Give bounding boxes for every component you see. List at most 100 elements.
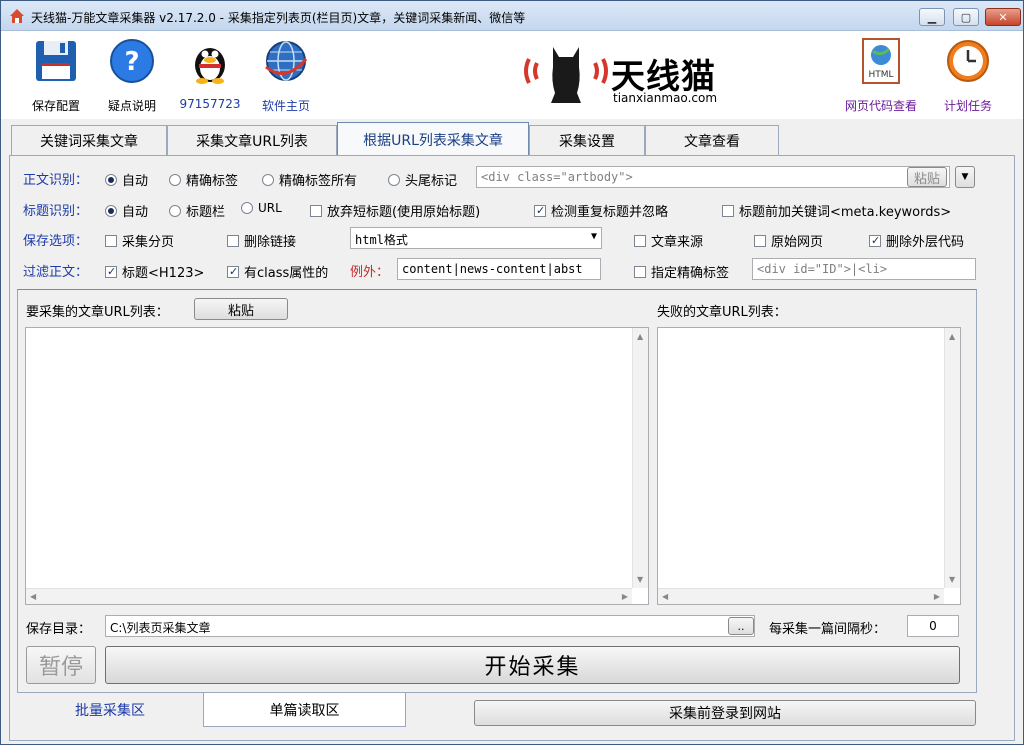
failed-list-vertical-scrollbar[interactable]: ▲ ▼ (944, 328, 960, 588)
radio-indicator (169, 204, 181, 217)
globe-icon (265, 41, 308, 81)
window-title: 天线猫-万能文章采集器 v2.17.2.0 - 采集指定列表页(栏目页)文章，关… (31, 11, 526, 25)
save-format-select[interactable]: html格式 ▼ (350, 227, 602, 249)
title-detect-label: 标题识别： (23, 204, 89, 219)
checkbox-indicator (227, 234, 239, 247)
body-detect-tag-input[interactable]: <div class="artbody"> (476, 166, 950, 188)
url-list-horizontal-scrollbar[interactable]: ◀ ▶ (26, 588, 632, 604)
collect-paging-checkbox[interactable]: 采集分页 (105, 231, 174, 250)
filter-exception-label: 例外： (350, 265, 390, 280)
radio-indicator (169, 173, 181, 186)
body-detect-exact-all-radio[interactable]: 精确标签所有 (262, 170, 357, 189)
title-detect-url-radio[interactable]: URL (241, 201, 282, 215)
failed-list-horizontal-scrollbar[interactable]: ◀ ▶ (658, 588, 944, 604)
checkbox-label: 检测重复标题并忽略 (551, 205, 669, 220)
checkbox-indicator (105, 234, 117, 247)
filter-body-label: 过滤正文： (23, 265, 89, 280)
failed-url-list-textarea[interactable]: ▲ ▼ ◀ ▶ (657, 327, 961, 605)
filter-exact-tag-input[interactable]: <div id="ID">|<li> (752, 258, 976, 280)
original-page-checkbox[interactable]: 原始网页 (754, 231, 823, 250)
question-mark-icon: ? (110, 39, 154, 83)
checkbox-label: 采集分页 (122, 235, 175, 250)
tab-article-view[interactable]: 文章查看 (645, 125, 779, 155)
title-detect-auto-radio[interactable]: 自动 (105, 201, 148, 220)
filter-exact-tag-checkbox[interactable]: 指定精确标签 (634, 262, 729, 281)
url-list-vertical-scrollbar[interactable]: ▲ ▼ (632, 328, 648, 588)
tab-keyword-collect[interactable]: 关键词采集文章 (11, 125, 167, 155)
radio-label: 自动 (122, 174, 149, 189)
chevron-down-icon: ▼ (590, 231, 597, 242)
tab-batch-collect[interactable]: 批量采集区 (17, 695, 203, 725)
title-detect-title-bar-radio[interactable]: 标题栏 (169, 201, 225, 220)
filter-has-class-checkbox[interactable]: 有class属性的 (227, 262, 328, 281)
checkbox-label: 删除链接 (244, 235, 297, 250)
checkbox-indicator (722, 204, 734, 217)
radio-label: 精确标签 (186, 174, 239, 189)
checkbox-indicator (634, 234, 646, 247)
start-collect-button[interactable]: 开始采集 (105, 646, 960, 684)
checkbox-label: 文章来源 (651, 235, 704, 250)
schedule-button[interactable]: 计划任务 (937, 37, 999, 114)
remove-outer-code-checkbox[interactable]: 删除外层代码 (869, 231, 964, 250)
brand-domain: tianxianmao.com (613, 91, 718, 105)
login-before-collect-button[interactable]: 采集前登录到网站 (474, 700, 976, 726)
browse-dir-button[interactable]: .. (728, 617, 754, 635)
radio-label: URL (258, 201, 282, 215)
tab-single-read[interactable]: 单篇读取区 (203, 693, 406, 727)
checkbox-label: 标题前加关键词<meta.keywords> (739, 205, 952, 220)
prefix-keywords-checkbox[interactable]: 标题前加关键词<meta.keywords> (722, 201, 951, 220)
url-list-textarea[interactable]: ▲ ▼ ◀ ▶ (25, 327, 649, 605)
interval-input[interactable]: 0 (907, 615, 959, 637)
remove-links-checkbox[interactable]: 删除链接 (227, 231, 296, 250)
scroll-right-icon[interactable]: ▶ (622, 592, 628, 601)
body-detect-dropdown-button[interactable]: ▼ (955, 166, 975, 188)
body-detect-exact-tag-radio[interactable]: 精确标签 (169, 170, 238, 189)
close-button[interactable]: ✕ (985, 8, 1021, 26)
cat-antenna-icon (524, 47, 608, 103)
tab-collect-by-url-list[interactable]: 根据URL列表采集文章 (337, 122, 529, 156)
checkbox-indicator (869, 234, 881, 247)
app-house-icon (10, 9, 24, 23)
article-source-checkbox[interactable]: 文章来源 (634, 231, 703, 250)
filter-exception-input[interactable]: content|news-content|abst (397, 258, 601, 280)
radio-indicator (241, 202, 253, 214)
interval-label: 每采集一篇间隔秒： (769, 622, 887, 637)
save-config-button[interactable]: 保存配置 (27, 37, 85, 114)
help-button[interactable]: ? 疑点说明 (101, 37, 163, 114)
scroll-left-icon[interactable]: ◀ (30, 592, 36, 601)
maximize-button[interactable]: ▢ (953, 8, 979, 26)
homepage-button[interactable]: 软件主页 (255, 37, 317, 114)
scroll-down-icon[interactable]: ▼ (637, 575, 643, 584)
checkbox-label: 有class属性的 (244, 266, 329, 281)
radio-indicator (388, 173, 400, 186)
scroll-down-icon[interactable]: ▼ (949, 575, 955, 584)
radio-label: 精确标签所有 (279, 174, 358, 189)
tab-url-list[interactable]: 采集文章URL列表 (167, 125, 337, 155)
radio-indicator (105, 173, 117, 186)
body-detect-auto-radio[interactable]: 自动 (105, 170, 148, 189)
radio-indicator (262, 173, 274, 186)
floppy-disk-icon (36, 41, 76, 81)
qq-button[interactable]: 97157723 (179, 37, 241, 111)
dedupe-title-checkbox[interactable]: 检测重复标题并忽略 (534, 201, 668, 220)
save-options-label: 保存选项： (23, 234, 89, 249)
scroll-left-icon[interactable]: ◀ (662, 592, 668, 601)
title-bar: 天线猫-万能文章采集器 v2.17.2.0 - 采集指定列表页(栏目页)文章，关… (1, 1, 1023, 31)
svg-text:HTML: HTML (868, 70, 893, 80)
view-html-button[interactable]: HTML 网页代码查看 (841, 37, 921, 114)
url-list-paste-button[interactable]: 粘贴 (194, 298, 288, 320)
save-dir-input[interactable]: C:\列表页采集文章 (105, 615, 755, 637)
tab-collect-settings[interactable]: 采集设置 (529, 125, 645, 155)
discard-short-title-checkbox[interactable]: 放弃短标题(使用原始标题) (310, 201, 480, 220)
scroll-up-icon[interactable]: ▲ (637, 332, 643, 341)
minimize-button[interactable]: ▁ (919, 8, 945, 26)
pause-button[interactable]: 暂停 (26, 646, 96, 684)
scroll-up-icon[interactable]: ▲ (949, 332, 955, 341)
body-detect-head-tail-radio[interactable]: 头尾标记 (388, 170, 457, 189)
checkbox-label: 原始网页 (771, 235, 824, 250)
body-detect-paste-button[interactable]: 粘贴 (907, 167, 947, 187)
homepage-label: 软件主页 (261, 99, 310, 113)
filter-title-h123-checkbox[interactable]: 标题<H123> (105, 262, 204, 281)
view-html-label: 网页代码查看 (844, 99, 917, 113)
scroll-right-icon[interactable]: ▶ (934, 592, 940, 601)
